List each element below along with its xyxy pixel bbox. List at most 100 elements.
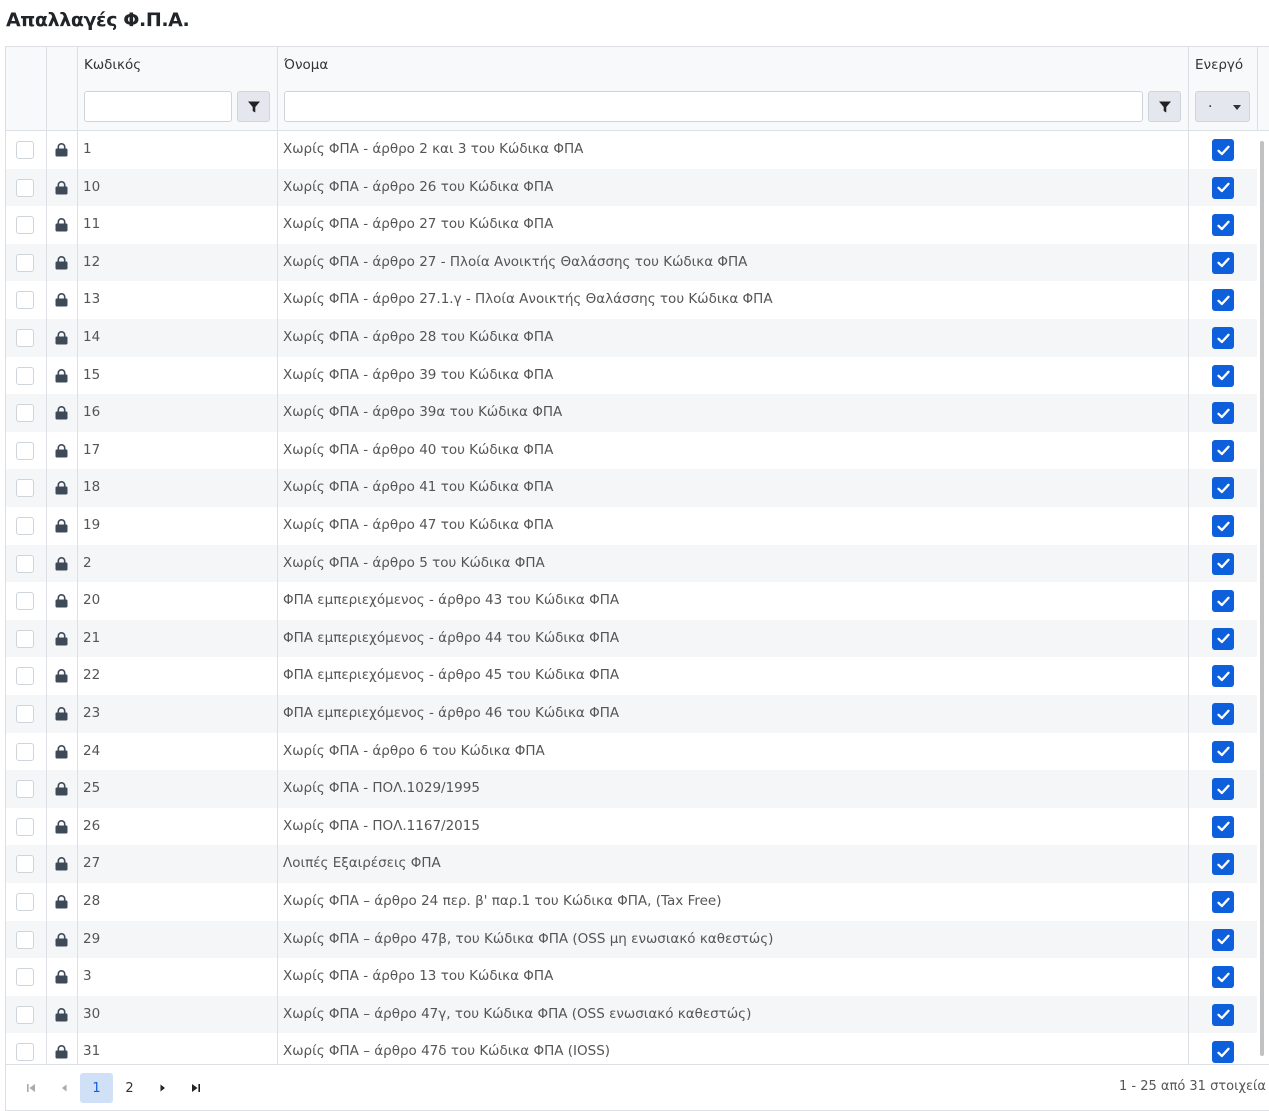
row-select-checkbox[interactable] — [16, 855, 34, 874]
row-name: ΦΠΑ εμπεριεχόμενος - άρθρο 45 του Κώδικα… — [283, 667, 620, 684]
table-row[interactable]: 14 Χωρίς ΦΠΑ - άρθρο 28 του Κώδικα ΦΠΑ — [6, 319, 1257, 357]
active-checkbox[interactable] — [1212, 477, 1234, 500]
table-row[interactable]: 21 ΦΠΑ εμπεριεχόμενος - άρθρο 44 του Κώδι… — [6, 619, 1257, 658]
check-icon — [1216, 709, 1230, 719]
row-select-checkbox[interactable] — [16, 667, 34, 686]
row-select-checkbox[interactable] — [16, 629, 34, 648]
active-checkbox[interactable] — [1212, 364, 1234, 387]
row-select-checkbox[interactable] — [16, 817, 34, 836]
table-row[interactable]: 13 Χωρίς ΦΠΑ - άρθρο 27.1.γ - Πλοία Ανοικ… — [6, 281, 1257, 319]
table-row[interactable]: 15 Χωρίς ΦΠΑ - άρθρο 39 του Κώδικα ΦΠΑ — [6, 357, 1257, 395]
active-filter-select[interactable]: . — [1195, 91, 1250, 122]
check-icon — [1216, 333, 1230, 343]
active-checkbox[interactable] — [1212, 327, 1234, 349]
row-select-checkbox[interactable] — [16, 366, 34, 385]
check-icon — [1216, 897, 1230, 907]
active-checkbox[interactable] — [1212, 966, 1234, 989]
row-select-checkbox[interactable] — [16, 592, 34, 611]
next-page-button[interactable] — [146, 1073, 179, 1103]
row-select-checkbox[interactable] — [16, 517, 34, 535]
vertical-scrollbar[interactable] — [1258, 131, 1269, 1066]
lock-icon — [55, 1045, 68, 1059]
row-select-checkbox[interactable] — [16, 1043, 34, 1062]
active-checkbox[interactable] — [1212, 665, 1234, 688]
table-row[interactable]: 30 Χωρίς ΦΠΑ – άρθρο 47γ, του Κώδικα ΦΠΑ … — [6, 995, 1257, 1034]
row-select-checkbox[interactable] — [16, 141, 34, 159]
row-name: Χωρίς ΦΠΑ - άρθρο 6 του Κώδικα ΦΠΑ — [283, 742, 545, 759]
name-filter-input[interactable] — [284, 91, 1143, 122]
column-header-name[interactable]: Όνομα — [284, 47, 328, 83]
active-checkbox[interactable] — [1212, 891, 1234, 913]
active-checkbox[interactable] — [1212, 853, 1234, 876]
active-checkbox[interactable] — [1212, 139, 1234, 161]
column-header-code[interactable]: Κωδικός — [84, 47, 141, 83]
table-row[interactable]: 22 ΦΠΑ εμπεριεχόμενος - άρθρο 45 του Κώδι… — [6, 657, 1257, 695]
active-checkbox[interactable] — [1212, 289, 1234, 312]
active-checkbox[interactable] — [1212, 176, 1234, 199]
row-select-checkbox[interactable] — [16, 742, 34, 761]
table-row[interactable]: 3 Χωρίς ΦΠΑ - άρθρο 13 του Κώδικα ΦΠΑ — [6, 958, 1257, 996]
first-page-button[interactable] — [14, 1073, 47, 1103]
table-row[interactable]: 1 Χωρίς ΦΠΑ - άρθρο 2 και 3 του Κώδικα ΦΠ… — [6, 131, 1257, 169]
code-filter-input[interactable] — [84, 91, 232, 122]
active-checkbox[interactable] — [1212, 251, 1234, 274]
active-checkbox[interactable] — [1212, 815, 1234, 838]
table-row[interactable]: 23 ΦΠΑ εμπεριεχόμενος - άρθρο 46 του Κώδι… — [6, 695, 1257, 733]
row-select-checkbox[interactable] — [16, 404, 34, 423]
scrollbar-thumb[interactable] — [1260, 141, 1264, 1056]
row-select-checkbox[interactable] — [16, 968, 34, 987]
row-select-checkbox[interactable] — [16, 216, 34, 235]
active-checkbox[interactable] — [1212, 214, 1234, 237]
row-select-checkbox[interactable] — [16, 705, 34, 723]
table-row[interactable]: 27 Λοιπές Εξαιρέσεις ΦΠΑ — [6, 845, 1257, 883]
page-2-button[interactable]: 2 — [113, 1073, 146, 1103]
active-checkbox[interactable] — [1212, 439, 1234, 462]
check-icon — [1216, 596, 1230, 606]
check-icon — [1216, 220, 1230, 230]
row-select-checkbox[interactable] — [16, 893, 34, 911]
active-checkbox[interactable] — [1212, 1041, 1234, 1064]
row-select-checkbox[interactable] — [16, 253, 34, 272]
active-checkbox[interactable] — [1212, 703, 1234, 725]
previous-page-button[interactable] — [47, 1073, 80, 1103]
table-row[interactable]: 25 Χωρίς ΦΠΑ - ΠΟΛ.1029/1995 — [6, 770, 1257, 808]
row-select-checkbox[interactable] — [16, 329, 34, 347]
row-select-checkbox[interactable] — [16, 780, 34, 799]
table-row[interactable]: 20 ΦΠΑ εμπεριεχόμενος - άρθρο 43 του Κώδι… — [6, 582, 1257, 620]
table-row[interactable]: 12 Χωρίς ΦΠΑ - άρθρο 27 - Πλοία Ανοικτής … — [6, 243, 1257, 282]
row-select-checkbox[interactable] — [16, 441, 34, 460]
last-page-button[interactable] — [179, 1073, 212, 1103]
page-1-button[interactable]: 1 — [80, 1073, 113, 1103]
active-checkbox[interactable] — [1212, 402, 1234, 425]
active-checkbox[interactable] — [1212, 928, 1234, 951]
column-header-active[interactable]: Ενεργό — [1195, 47, 1243, 83]
table-row[interactable]: 18 Χωρίς ΦΠΑ - άρθρο 41 του Κώδικα ΦΠΑ — [6, 469, 1257, 507]
table-row[interactable]: 17 Χωρίς ΦΠΑ - άρθρο 40 του Κώδικα ΦΠΑ — [6, 432, 1257, 470]
row-select-checkbox[interactable] — [16, 554, 34, 573]
active-checkbox[interactable] — [1212, 552, 1234, 575]
row-select-checkbox[interactable] — [16, 479, 34, 498]
table-row[interactable]: 28 Χωρίς ΦΠΑ – άρθρο 24 περ. β' παρ.1 του… — [6, 883, 1257, 921]
table-row[interactable]: 24 Χωρίς ΦΠΑ - άρθρο 6 του Κώδικα ΦΠΑ — [6, 733, 1257, 771]
table-row[interactable]: 16 Χωρίς ΦΠΑ - άρθρο 39α του Κώδικα ΦΠΑ — [6, 394, 1257, 432]
table-row[interactable]: 2 Χωρίς ΦΠΑ - άρθρο 5 του Κώδικα ΦΠΑ — [6, 544, 1257, 583]
row-select-checkbox[interactable] — [16, 930, 34, 949]
name-filter-button[interactable] — [1148, 91, 1181, 122]
active-checkbox[interactable] — [1212, 590, 1234, 613]
filter-row: . — [6, 83, 1269, 131]
row-select-checkbox[interactable] — [16, 178, 34, 197]
code-filter-button[interactable] — [237, 91, 270, 122]
active-checkbox[interactable] — [1212, 1003, 1234, 1026]
table-row[interactable]: 26 Χωρίς ΦΠΑ - ΠΟΛ.1167/2015 — [6, 808, 1257, 846]
row-select-checkbox[interactable] — [16, 1005, 34, 1024]
active-checkbox[interactable] — [1212, 778, 1234, 801]
lock-icon — [55, 932, 68, 947]
table-row[interactable]: 11 Χωρίς ΦΠΑ - άρθρο 27 του Κώδικα ΦΠΑ — [6, 206, 1257, 244]
table-row[interactable]: 10 Χωρίς ΦΠΑ - άρθρο 26 του Κώδικα ΦΠΑ — [6, 168, 1257, 207]
row-select-checkbox[interactable] — [16, 291, 34, 310]
active-checkbox[interactable] — [1212, 515, 1234, 537]
table-row[interactable]: 29 Χωρίς ΦΠΑ – άρθρο 47β, του Κώδικα ΦΠΑ … — [6, 920, 1257, 959]
active-checkbox[interactable] — [1212, 627, 1234, 650]
table-row[interactable]: 19 Χωρίς ΦΠΑ - άρθρο 47 του Κώδικα ΦΠΑ — [6, 507, 1257, 545]
active-checkbox[interactable] — [1212, 740, 1234, 763]
